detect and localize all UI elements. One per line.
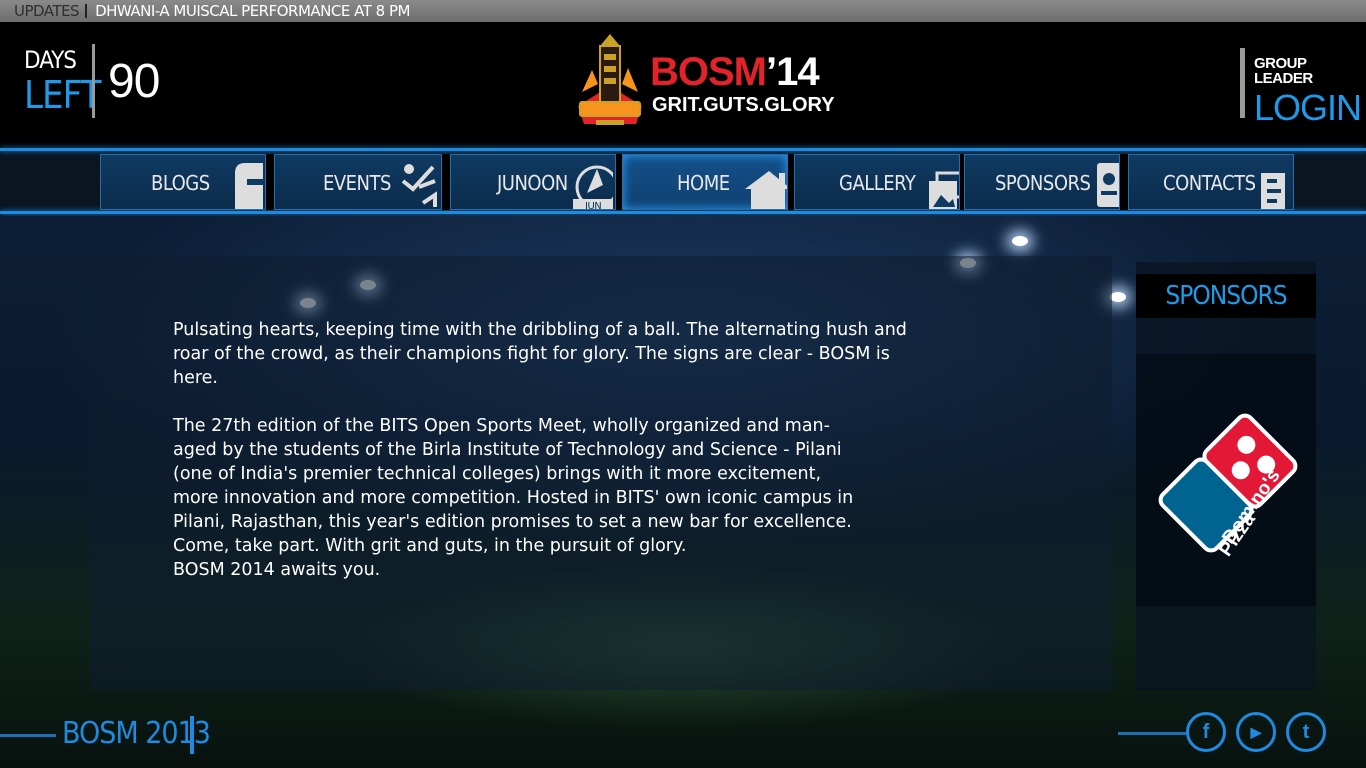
nav-sponsors-label: SPONSORS (995, 171, 1091, 195)
nav-blogs[interactable]: BLOGS (100, 154, 266, 210)
nav-home-label: HOME (677, 171, 730, 195)
nav-blogs-label: BLOGS (151, 171, 210, 195)
about-paragraph-2: The 27th edition of the BITS Open Sports… (173, 414, 913, 582)
group-leader-label: GROUP LEADER (1254, 55, 1313, 87)
about-line: (one of India's premier technical colleg… (173, 464, 822, 484)
facebook-icon[interactable]: f (1186, 712, 1226, 752)
nav-home[interactable]: HOME (622, 154, 788, 210)
nav-gap (266, 154, 274, 210)
login-link[interactable]: LOGIN (1254, 90, 1366, 126)
countdown-left-text: LEFT (24, 73, 102, 117)
blog-icon (235, 163, 265, 209)
nav-gap (1120, 154, 1128, 210)
footer-bar (190, 716, 194, 754)
nav-gallery[interactable]: GALLERY (794, 154, 960, 210)
about-line: Pilani, Rajasthan, this year's edition p… (173, 512, 852, 532)
countdown-days-text: DAYS (24, 46, 77, 74)
about-line: The 27th edition of the BITS Open Sports… (173, 416, 830, 436)
gallery-icon (929, 171, 959, 209)
about-text: Pulsating hearts, keeping time with the … (173, 318, 913, 606)
tower-logo-icon (578, 34, 642, 125)
youtube-icon[interactable]: ▶ (1236, 712, 1276, 752)
about-line: Come, take part. With grit and guts, in … (173, 536, 687, 556)
login-divider (1240, 48, 1245, 118)
nav-contacts-label: CONTACTS (1163, 171, 1256, 195)
about-line: more innovation and more competition. Ho… (173, 488, 854, 508)
brand-tagline: GRIT.GUTS.GLORY (652, 94, 835, 116)
stadium-light (1012, 236, 1028, 246)
nav-events[interactable]: EVENTS (274, 154, 442, 210)
twitter-icon[interactable]: t (1286, 712, 1326, 752)
footer-line-right (1118, 732, 1186, 735)
about-line: aged by the students of the Birla Instit… (173, 440, 842, 460)
previous-edition-link[interactable]: BOSM 2013 (62, 716, 211, 751)
dominos-logo[interactable]: Domino's Pizza (1146, 398, 1310, 568)
countdown-divider (92, 44, 95, 118)
events-icon (401, 164, 437, 207)
contacts-icon (1261, 173, 1285, 209)
updates-label: UPDATES (14, 2, 80, 20)
junoon-icon-text: JUN (584, 201, 601, 210)
nav-gap (442, 154, 450, 210)
nav-junoon-label: JUNOON (497, 171, 568, 195)
nav-line-bottom (0, 211, 1366, 214)
brand-name-text: BOSM (650, 50, 767, 94)
about-paragraph-1: Pulsating hearts, keeping time with the … (173, 320, 907, 388)
brand-year: ’14 (766, 50, 820, 94)
nav-events-label: EVENTS (323, 171, 391, 195)
updates-message: DHWANI-A MUISCAL PERFORMANCE AT 8 PM (95, 2, 410, 20)
group-leader-login[interactable]: GROUP LEADER LOGIN (1254, 56, 1366, 126)
home-icon (745, 171, 787, 209)
nav-gallery-label: GALLERY (839, 171, 916, 195)
nav-contacts[interactable]: CONTACTS (1128, 154, 1294, 210)
nav-line-top (0, 148, 1366, 151)
footer-line-left (0, 734, 56, 737)
nav-sponsors[interactable]: SPONSORS (964, 154, 1120, 210)
countdown-value: 90 (108, 55, 160, 108)
ticker-separator (85, 4, 88, 18)
junoon-icon: JUN (573, 165, 613, 210)
brand-name: BOSM’14 (650, 50, 820, 95)
sponsors-icon (1097, 163, 1119, 207)
updates-ticker: UPDATES DHWANI-A MUISCAL PERFORMANCE AT … (0, 0, 1366, 22)
countdown-label: DAYS LEFT (24, 46, 102, 117)
stadium-light (1110, 292, 1126, 302)
header: DAYS LEFT 90 BOSM’14 GRIT.GUTS.GLORY GRO… (0, 22, 1366, 148)
sponsors-title: SPONSORS (1136, 274, 1316, 318)
bosm-logo[interactable]: BOSM’14 GRIT.GUTS.GLORY (570, 32, 835, 142)
about-line: BOSM 2014 awaits you. (173, 560, 381, 580)
nav-junoon[interactable]: JUNOON JUN (450, 154, 616, 210)
